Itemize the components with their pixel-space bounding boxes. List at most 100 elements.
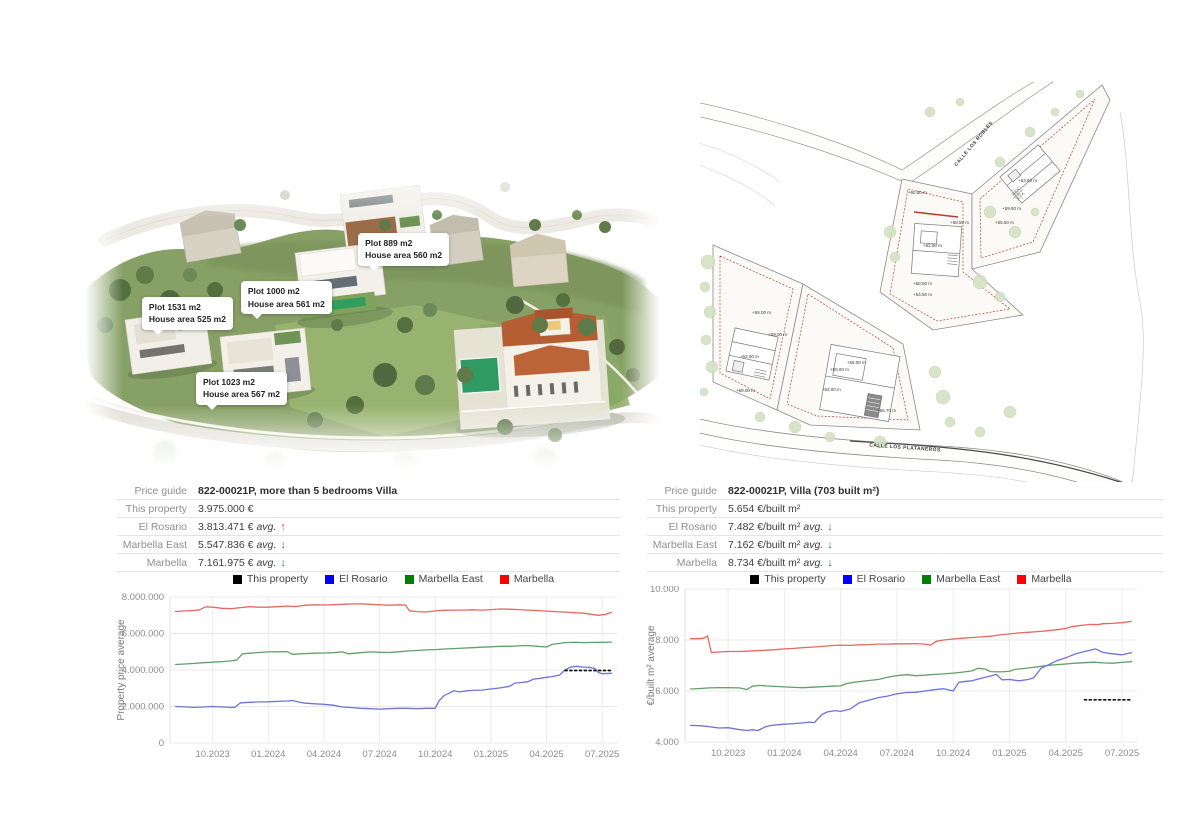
- row-label: Marbella: [647, 555, 728, 571]
- elevation-marker: +55.70 m: [877, 408, 896, 413]
- elevation-marker: +55.00 m: [752, 310, 771, 315]
- price-guide-row: Price guide822-00021P, more than 5 bedro…: [117, 482, 620, 500]
- price-guide-table-left: Price guide822-00021P, more than 5 bedro…: [117, 482, 620, 572]
- svg-text:6.000.000: 6.000.000: [122, 629, 164, 640]
- price-per-m2-chart[interactable]: 4.0006.0008.00010.00010.202301.202404.20…: [645, 586, 1180, 773]
- trend-arrow-down-icon: ↓: [827, 521, 833, 533]
- row-label: Price guide: [647, 483, 728, 499]
- row-label: This property: [117, 501, 198, 517]
- elevation-marker: +55.00 m: [847, 360, 866, 365]
- price-guide-row: This property3.975.000 €: [117, 500, 620, 518]
- plot-callout: Plot 889 m2House area 560 m2: [358, 233, 449, 266]
- row-value: 7.161.975 €avg.↓: [198, 555, 286, 571]
- plot-callout: Plot 1531 m2House area 525 m2: [142, 297, 233, 330]
- svg-text:2.000.000: 2.000.000: [122, 702, 164, 713]
- row-value: 822-00021P, Villa (703 built m²): [728, 483, 879, 499]
- row-label: El Rosario: [647, 519, 728, 535]
- elevation-marker: +59.00 m: [830, 367, 849, 372]
- row-label: Marbella East: [647, 537, 728, 553]
- price-guide-row: Marbella East7.162 €/built m²avg.↓: [647, 536, 1163, 554]
- row-value: 822-00021P, more than 5 bedrooms Villa: [198, 483, 397, 499]
- elevation-marker: +63.50 m: [1018, 178, 1037, 183]
- svg-text:04.2024: 04.2024: [307, 749, 341, 760]
- row-value: 8.734 €/built m²avg.↓: [728, 555, 833, 571]
- row-value: 5.547.836 €avg.↓: [198, 537, 286, 553]
- legend-swatch-icon: [843, 575, 852, 584]
- row-value: 7.482 €/built m²avg.↓: [728, 519, 833, 535]
- legend-swatch-icon: [922, 575, 931, 584]
- elevation-marker: +62.50 m: [923, 243, 942, 248]
- legend-item: Marbella East: [922, 573, 1000, 585]
- svg-text:04.2025: 04.2025: [1049, 748, 1083, 759]
- svg-text:8.000: 8.000: [655, 635, 679, 646]
- svg-text:10.2023: 10.2023: [711, 748, 745, 759]
- svg-text:Property price average: Property price average: [116, 619, 127, 721]
- chart-legend-right: This propertyEl RosarioMarbella EastMarb…: [685, 573, 1137, 585]
- svg-text:10.2024: 10.2024: [936, 748, 970, 759]
- elevation-marker: +60.50 m: [908, 190, 927, 195]
- row-label: This property: [647, 501, 728, 517]
- elevation-marker: +63.00 m: [740, 354, 759, 359]
- trend-arrow-down-icon: ↓: [280, 539, 286, 551]
- svg-text:10.000: 10.000: [650, 586, 679, 595]
- row-label: Marbella: [117, 555, 198, 571]
- elevation-marker: +59.50 m: [1002, 206, 1021, 211]
- elevation-marker: +55.50 m: [995, 220, 1014, 225]
- svg-text:0: 0: [159, 738, 164, 749]
- legend-item: This property: [750, 573, 825, 585]
- elevation-marker: +59.00 m: [768, 332, 787, 337]
- svg-text:10.2023: 10.2023: [195, 749, 229, 760]
- price-guide-row: This property5.654 €/built m²: [647, 500, 1163, 518]
- trend-arrow-down-icon: ↓: [280, 557, 286, 569]
- legend-item: Marbella East: [405, 573, 483, 585]
- elevation-marker: +58.50 m: [913, 281, 932, 286]
- svg-text:4.000.000: 4.000.000: [122, 665, 164, 676]
- legend-swatch-icon: [325, 575, 334, 584]
- svg-text:8.000.000: 8.000.000: [122, 592, 164, 603]
- legend-item: El Rosario: [843, 573, 905, 585]
- price-guide-row: Marbella7.161.975 €avg.↓: [117, 554, 620, 572]
- price-guide-row: Marbella East5.547.836 €avg.↓: [117, 536, 620, 554]
- svg-text:07.2024: 07.2024: [362, 749, 396, 760]
- plot-callout: Plot 1023 m2House area 567 m2: [196, 372, 287, 405]
- elevation-marker: +60.00 m: [736, 388, 755, 393]
- trend-arrow-down-icon: ↓: [827, 539, 833, 551]
- legend-item: This property: [233, 573, 308, 585]
- row-value: 5.654 €/built m²: [728, 501, 800, 517]
- svg-text:6.000: 6.000: [655, 686, 679, 697]
- legend-swatch-icon: [500, 575, 509, 584]
- legend-swatch-icon: [1017, 575, 1026, 584]
- aerial-render-illustration: [85, 75, 660, 470]
- legend-swatch-icon: [233, 575, 242, 584]
- row-label: Price guide: [117, 483, 198, 499]
- svg-text:€/built m² average: €/built m² average: [646, 625, 657, 705]
- trend-arrow-down-icon: ↓: [827, 557, 833, 569]
- legend-item: Marbella: [500, 573, 554, 585]
- svg-text:01.2025: 01.2025: [992, 748, 1026, 759]
- svg-text:04.2025: 04.2025: [529, 749, 563, 760]
- row-value: 7.162 €/built m²avg.↓: [728, 537, 833, 553]
- legend-swatch-icon: [750, 575, 759, 584]
- svg-text:07.2025: 07.2025: [585, 749, 619, 760]
- price-guide-table-right: Price guide822-00021P, Villa (703 built …: [647, 482, 1163, 572]
- property-price-average-chart[interactable]: 0 2.000.000 4.000.000 6.000.000 8.000.000 10.…: [115, 586, 650, 773]
- row-value: 3.975.000 €: [198, 501, 253, 517]
- svg-text:10.2024: 10.2024: [418, 749, 452, 760]
- elevation-marker: +54.50 m: [913, 292, 932, 297]
- site-plan-image: CALLE LOS ROBLES CALLE LOS PLATANEROS +5…: [700, 82, 1145, 482]
- legend-item: El Rosario: [325, 573, 387, 585]
- price-guide-row: Marbella8.734 €/built m²avg.↓: [647, 554, 1163, 572]
- compass-icon: [1011, 187, 1025, 201]
- aerial-render-image: Plot 1531 m2House area 525 m2 Plot 1023 m…: [85, 75, 660, 470]
- svg-text:01.2024: 01.2024: [251, 749, 285, 760]
- svg-text:07.2024: 07.2024: [880, 748, 914, 759]
- chart-legend-left: This property El Rosario Marbella East Marb…: [170, 573, 617, 585]
- svg-text:4.000: 4.000: [655, 737, 679, 748]
- property-report-page: Plot 1531 m2House area 525 m2 Plot 1023 m…: [0, 0, 1200, 818]
- price-guide-row: El Rosario3.813.471 €avg.↑: [117, 518, 620, 536]
- svg-text:04.2024: 04.2024: [823, 748, 857, 759]
- elevation-marker: +58.50 m: [950, 220, 969, 225]
- row-label: Marbella East: [117, 537, 198, 553]
- trend-arrow-up-icon: ↑: [280, 521, 286, 533]
- legend-swatch-icon: [405, 575, 414, 584]
